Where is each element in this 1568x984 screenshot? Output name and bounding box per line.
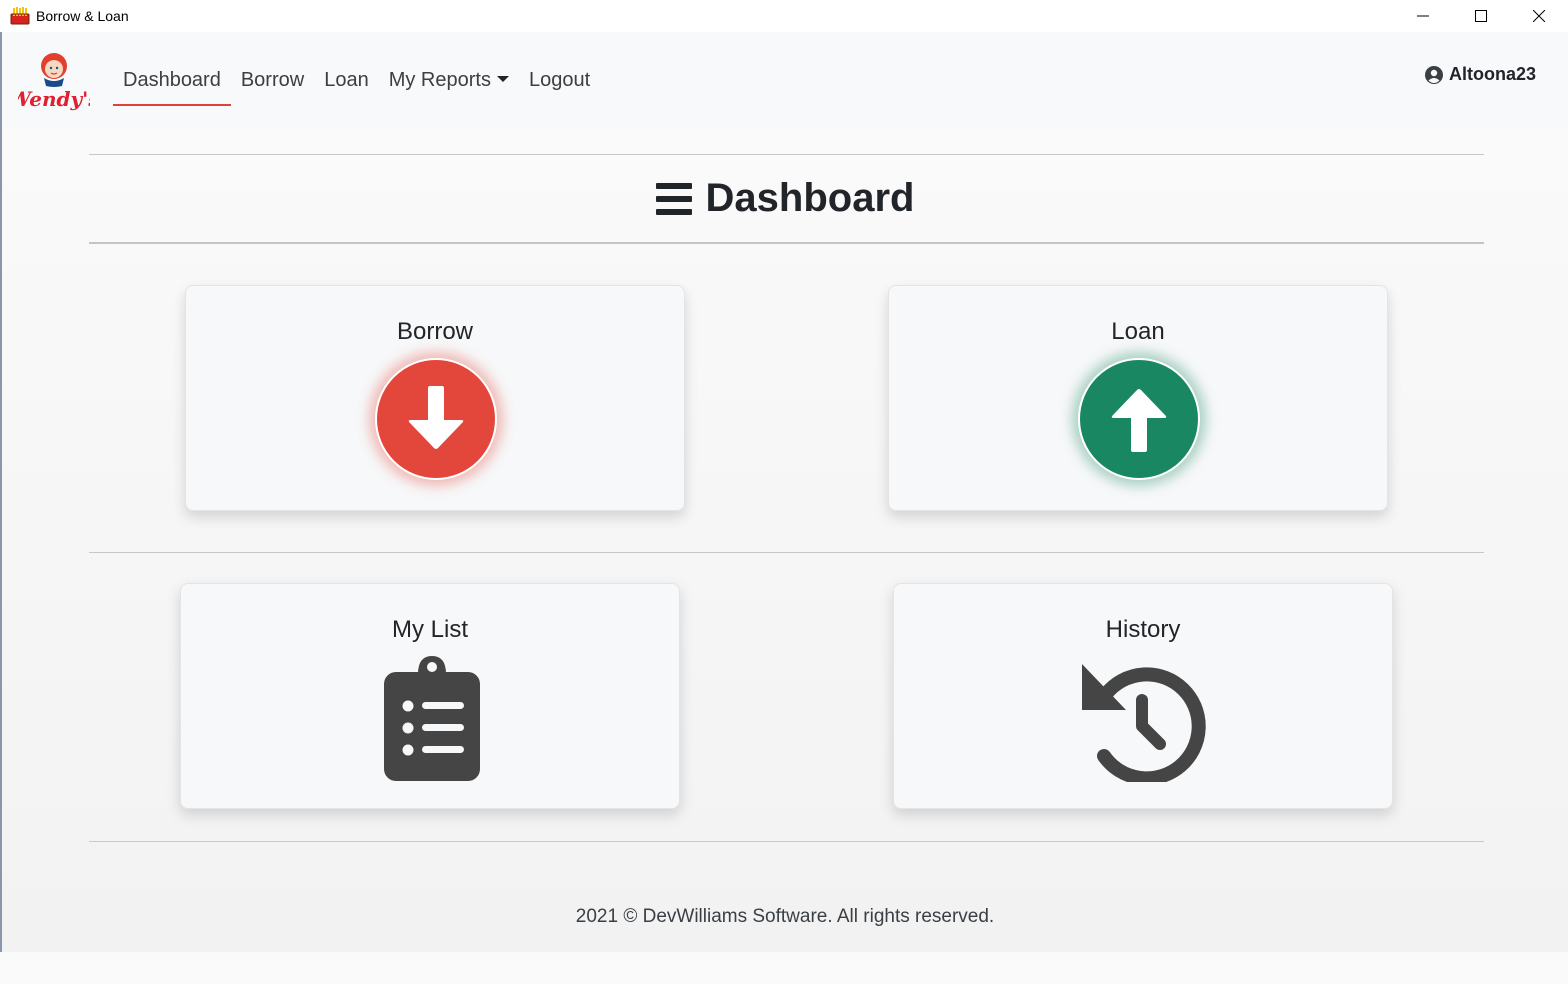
- navbar: Wendy's Dashboard Borrow Loan My Reports…: [2, 32, 1568, 126]
- arrow-down-icon: [408, 386, 464, 449]
- card-title: History: [1105, 616, 1181, 643]
- arrow-up-icon: [1111, 389, 1167, 452]
- borrow-icon-button: [375, 358, 497, 480]
- minimize-button[interactable]: [1394, 0, 1452, 32]
- borrow-card[interactable]: Borrow: [185, 285, 685, 511]
- maximize-icon: [1475, 10, 1487, 22]
- page-title-text: Dashboard: [705, 176, 915, 220]
- history-card[interactable]: History: [893, 583, 1393, 809]
- maximize-button[interactable]: [1452, 0, 1510, 32]
- loan-card[interactable]: Loan: [888, 285, 1388, 511]
- nav-link-dashboard[interactable]: Dashboard: [113, 66, 231, 106]
- divider: [89, 841, 1484, 842]
- clipboard-list-icon: [384, 656, 480, 781]
- card-title: Loan: [1111, 318, 1165, 345]
- nav-link-my-reports-label: My Reports: [388, 69, 491, 91]
- close-button[interactable]: [1510, 0, 1568, 32]
- divider: [89, 154, 1484, 155]
- my-list-card[interactable]: My List: [180, 583, 680, 809]
- nav-link-loan[interactable]: Loan: [314, 66, 379, 106]
- card-title: Borrow: [396, 318, 474, 345]
- nav-links: Dashboard Borrow Loan My Reports Logout: [113, 66, 600, 106]
- loan-icon-button: [1078, 358, 1200, 480]
- wendys-logo[interactable]: Wendy's: [18, 50, 90, 112]
- caret-down-icon: [496, 76, 509, 82]
- username: Altoona23: [1448, 64, 1536, 84]
- user-circle-icon: [1424, 65, 1443, 84]
- card-title: My List: [391, 616, 468, 643]
- window-titlebar: Borrow & Loan: [0, 0, 1568, 32]
- main-content: Dashboard Borrow Loan My List History 20…: [2, 126, 1568, 952]
- minimize-icon: [1417, 15, 1429, 17]
- nav-link-borrow[interactable]: Borrow: [231, 66, 314, 106]
- divider: [89, 242, 1484, 244]
- window-bottom: [0, 952, 1568, 984]
- svg-text:Wendy's: Wendy's: [18, 87, 90, 111]
- close-icon: [1533, 10, 1545, 22]
- bars-icon: [655, 182, 692, 215]
- nav-link-my-reports[interactable]: My Reports: [379, 66, 519, 106]
- divider: [89, 552, 1484, 553]
- window-title: Borrow & Loan: [36, 8, 129, 24]
- nav-link-logout[interactable]: Logout: [519, 66, 600, 106]
- page-title: Dashboard: [2, 176, 1568, 221]
- history-icon: [1082, 664, 1206, 782]
- footer-copyright: 2021 © DevWilliams Software. All rights …: [575, 906, 995, 927]
- app-icon: [10, 7, 30, 25]
- user-menu[interactable]: Altoona23: [1424, 64, 1536, 85]
